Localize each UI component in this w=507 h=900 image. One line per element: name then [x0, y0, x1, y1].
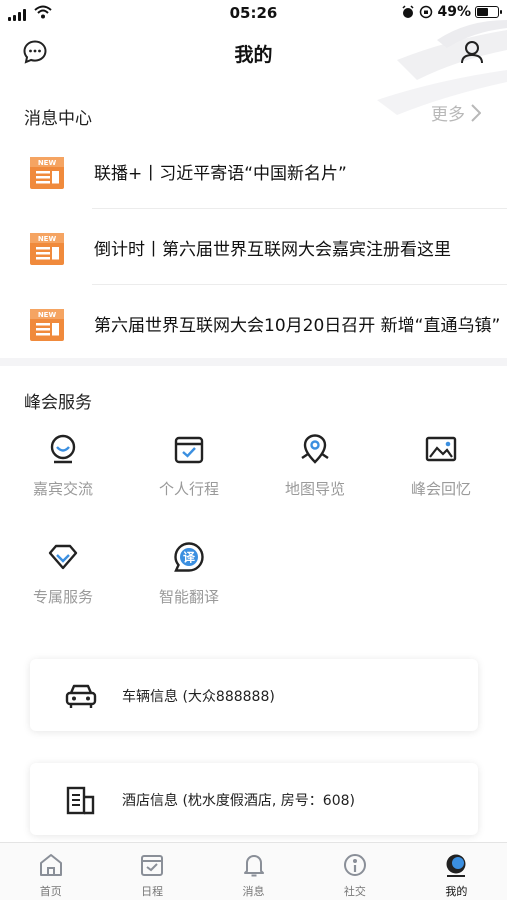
- news-title: 倒计时丨第六届世界互联网大会嘉宾注册看这里: [94, 240, 451, 260]
- news-item[interactable]: NEW 第六届世界互联网大会10月20日召开 新增“直通乌镇”: [0, 285, 507, 361]
- diamond-icon: [48, 544, 78, 570]
- message-center-title: 消息中心: [24, 109, 92, 129]
- tab-label: 日程: [141, 885, 164, 898]
- schedule-check-icon: [174, 436, 204, 464]
- svg-text:NEW: NEW: [38, 235, 57, 243]
- service-label: 专属服务: [32, 588, 93, 606]
- service-smart-translate[interactable]: 译 智能翻译: [126, 540, 252, 607]
- guest-face-icon: [50, 434, 76, 464]
- tab-home[interactable]: 首页: [0, 843, 101, 900]
- news-item[interactable]: NEW 联播+丨习近平寄语“中国新名片”: [0, 133, 507, 209]
- news-list: NEW 联播+丨习近平寄语“中国新名片” NEW 倒计时丨第六届世界互联网大会嘉…: [0, 133, 507, 361]
- service-label: 智能翻译: [158, 588, 219, 606]
- user-icon[interactable]: [459, 39, 485, 65]
- tab-profile[interactable]: 我的: [406, 843, 507, 900]
- news-badge-icon: NEW: [30, 233, 64, 265]
- service-guest-exchange[interactable]: 嘉宾交流: [0, 432, 126, 499]
- status-bar: 05:26 49%: [0, 0, 507, 26]
- more-label: 更多: [431, 105, 465, 125]
- hotel-building-icon: [66, 786, 95, 815]
- alarm-icon: [402, 5, 415, 18]
- nav-bar: 我的: [0, 26, 507, 78]
- tab-schedule[interactable]: 日程: [101, 843, 202, 900]
- home-icon: [39, 854, 62, 876]
- news-item[interactable]: NEW 倒计时丨第六届世界互联网大会嘉宾注册看这里: [0, 209, 507, 285]
- page-title: 我的: [234, 44, 273, 66]
- service-label: 峰会回忆: [410, 480, 471, 498]
- chevron-right-icon: [471, 103, 481, 122]
- profile-icon: [446, 854, 466, 877]
- tab-label: 消息: [242, 885, 265, 898]
- news-title: 第六届世界互联网大会10月20日召开 新增“直通乌镇”: [94, 316, 501, 336]
- service-label: 地图导览: [284, 480, 345, 498]
- summit-services-title: 峰会服务: [24, 393, 92, 413]
- news-badge-icon: NEW: [30, 309, 64, 341]
- service-personal-itinerary[interactable]: 个人行程: [126, 432, 252, 499]
- translate-icon: 译: [174, 542, 204, 572]
- service-label: 嘉宾交流: [32, 480, 93, 498]
- more-link[interactable]: 更多: [431, 100, 481, 125]
- tab-bar: 首页 日程 消息 社交 我的: [0, 842, 507, 900]
- section-divider: [0, 358, 507, 366]
- service-label: 个人行程: [158, 480, 219, 498]
- tab-label: 我的: [445, 885, 468, 898]
- tab-label: 首页: [39, 885, 62, 898]
- bell-icon: [243, 855, 264, 877]
- service-map-guide[interactable]: 地图导览: [252, 432, 378, 499]
- svg-text:NEW: NEW: [38, 311, 57, 319]
- news-title: 联播+丨习近平寄语“中国新名片”: [94, 164, 347, 184]
- image-icon: [425, 436, 457, 462]
- car-icon: [65, 684, 97, 708]
- social-icon: [343, 854, 366, 876]
- status-right: 49%: [401, 4, 502, 20]
- vehicle-info-card[interactable]: 车辆信息 (大众888888): [30, 659, 478, 731]
- hotel-info-card[interactable]: 酒店信息 (枕水度假酒店, 房号：608): [30, 763, 478, 835]
- hotel-info-text: 酒店信息 (枕水度假酒店, 房号：608): [122, 793, 355, 809]
- battery-icon: [475, 6, 502, 18]
- vehicle-info-text: 车辆信息 (大众888888): [122, 689, 275, 705]
- map-pin-icon: [301, 434, 329, 464]
- message-center-header: 消息中心 更多: [24, 100, 481, 130]
- svg-text:NEW: NEW: [38, 159, 57, 167]
- calendar-icon: [141, 855, 164, 876]
- tab-label: 社交: [343, 885, 366, 898]
- battery-percent: 49%: [437, 4, 471, 20]
- news-badge-icon: NEW: [30, 157, 64, 189]
- rotation-lock-icon: [420, 5, 433, 19]
- service-summit-memories[interactable]: 峰会回忆: [378, 432, 504, 499]
- svg-text:译: 译: [183, 551, 196, 565]
- service-exclusive[interactable]: 专属服务: [0, 540, 126, 607]
- tab-messages[interactable]: 消息: [203, 843, 304, 900]
- tab-social[interactable]: 社交: [304, 843, 405, 900]
